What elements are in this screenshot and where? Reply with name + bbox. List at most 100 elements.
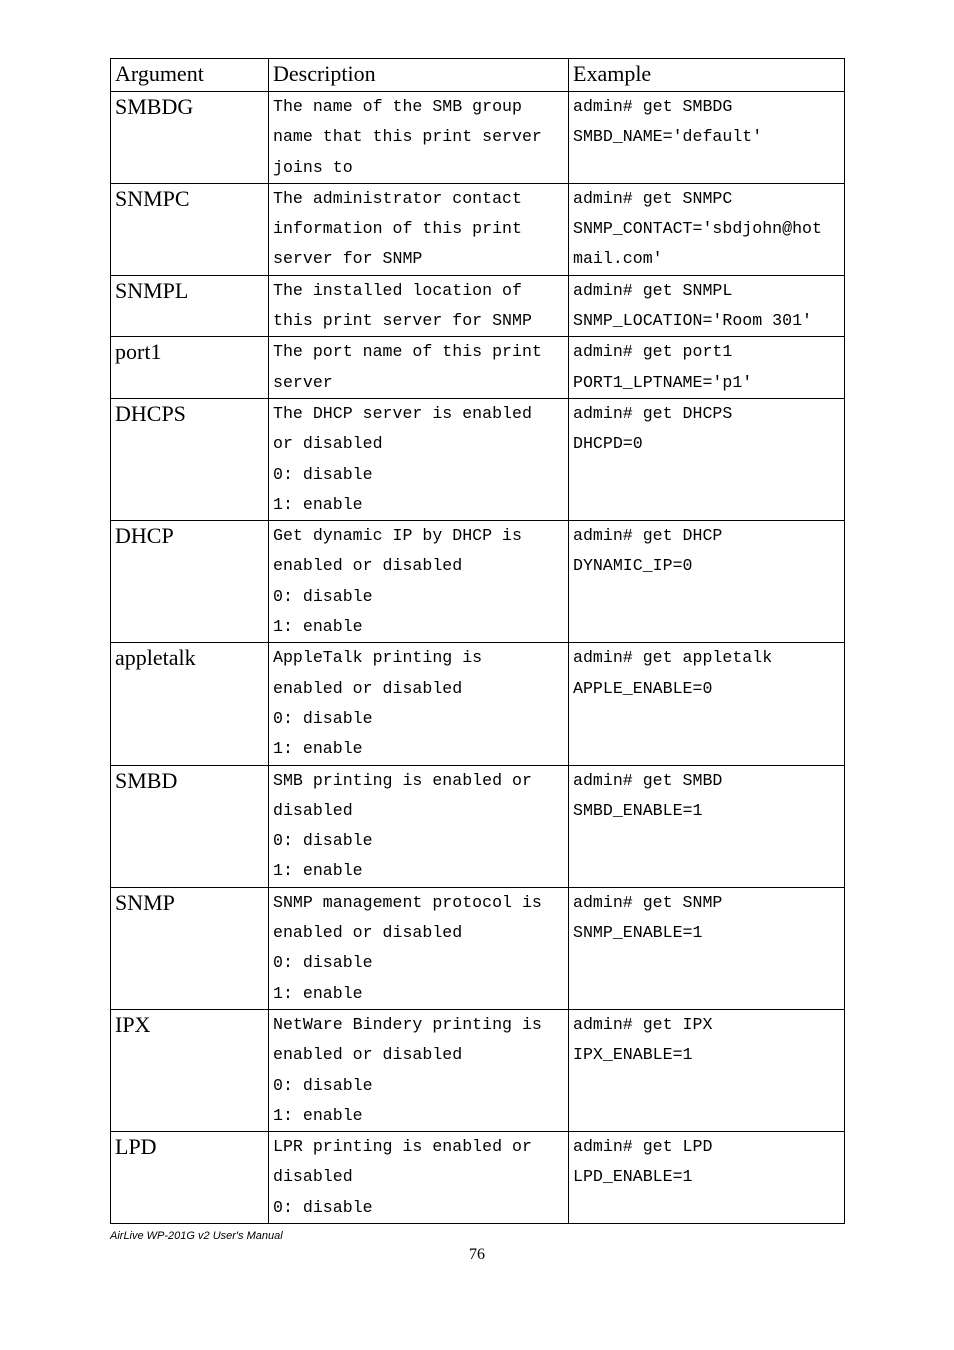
- example-line: admin# get SMBDG: [573, 92, 840, 122]
- example-line: [573, 460, 840, 490]
- header-argument: Argument: [111, 59, 269, 92]
- footer-text: AirLive WP-201G v2 User's Manual: [110, 1230, 844, 1242]
- description-line: 1: enable: [273, 1101, 564, 1131]
- example-line: IPX_ENABLE=1: [573, 1040, 840, 1070]
- example-cell: admin# get LPDLPD_ENABLE=1: [569, 1132, 845, 1224]
- example-line: [573, 153, 840, 183]
- description-line: this print server for SNMP: [273, 306, 564, 336]
- description-cell: NetWare Bindery printing isenabled or di…: [269, 1009, 569, 1131]
- table-row: appletalkAppleTalk printing isenabled or…: [111, 643, 845, 765]
- example-line: [573, 856, 840, 886]
- description-line: enabled or disabled: [273, 674, 564, 704]
- description-line: joins to: [273, 153, 564, 183]
- description-cell: Get dynamic IP by DHCP isenabled or disa…: [269, 521, 569, 643]
- example-line: [573, 979, 840, 1009]
- example-line: admin# get SNMPL: [573, 276, 840, 306]
- example-line: admin# get DHCP: [573, 521, 840, 551]
- example-cell: admin# get SNMPCSNMP_CONTACT='sbdjohn@ho…: [569, 183, 845, 275]
- example-line: admin# get SMBD: [573, 766, 840, 796]
- header-description: Description: [269, 59, 569, 92]
- example-cell: admin# get SNMPSNMP_ENABLE=1: [569, 887, 845, 1009]
- description-line: name that this print server: [273, 122, 564, 152]
- arguments-table: Argument Description Example SMBDGThe na…: [110, 58, 845, 1224]
- example-line: [573, 734, 840, 764]
- example-cell: admin# get SNMPLSNMP_LOCATION='Room 301': [569, 275, 845, 337]
- description-line: 1: enable: [273, 734, 564, 764]
- description-line: 0: disable: [273, 582, 564, 612]
- description-line: Get dynamic IP by DHCP is: [273, 521, 564, 551]
- example-line: admin# get SNMPC: [573, 184, 840, 214]
- example-line: SNMP_ENABLE=1: [573, 918, 840, 948]
- table-row: SMBDGThe name of the SMB groupname that …: [111, 92, 845, 184]
- argument-cell: DHCP: [111, 521, 269, 643]
- description-line: The name of the SMB group: [273, 92, 564, 122]
- example-line: mail.com': [573, 244, 840, 274]
- argument-cell: appletalk: [111, 643, 269, 765]
- example-line: admin# get LPD: [573, 1132, 840, 1162]
- description-line: 0: disable: [273, 1071, 564, 1101]
- description-line: disabled: [273, 796, 564, 826]
- example-cell: admin# get SMBDGSMBD_NAME='default': [569, 92, 845, 184]
- description-line: LPR printing is enabled or: [273, 1132, 564, 1162]
- example-line: SNMP_CONTACT='sbdjohn@hot: [573, 214, 840, 244]
- table-row: SNMPCThe administrator contactinformatio…: [111, 183, 845, 275]
- description-line: enabled or disabled: [273, 551, 564, 581]
- example-line: [573, 1071, 840, 1101]
- table-row: LPDLPR printing is enabled ordisabled0: …: [111, 1132, 845, 1224]
- description-line: information of this print: [273, 214, 564, 244]
- description-line: SNMP management protocol is: [273, 888, 564, 918]
- description-line: or disabled: [273, 429, 564, 459]
- description-line: server for SNMP: [273, 244, 564, 274]
- table-row: SNMPSNMP management protocol isenabled o…: [111, 887, 845, 1009]
- description-cell: The DHCP server is enabledor disabled0: …: [269, 398, 569, 520]
- description-cell: The installed location ofthis print serv…: [269, 275, 569, 337]
- argument-cell: SNMPC: [111, 183, 269, 275]
- description-line: The administrator contact: [273, 184, 564, 214]
- description-line: The DHCP server is enabled: [273, 399, 564, 429]
- example-cell: admin# get SMBDSMBD_ENABLE=1: [569, 765, 845, 887]
- description-line: The port name of this print: [273, 337, 564, 367]
- description-cell: SMB printing is enabled ordisabled0: dis…: [269, 765, 569, 887]
- table-row: port1The port name of this printserverad…: [111, 337, 845, 399]
- table-row: DHCPSThe DHCP server is enabledor disabl…: [111, 398, 845, 520]
- example-line: [573, 826, 840, 856]
- table-row: DHCPGet dynamic IP by DHCP isenabled or …: [111, 521, 845, 643]
- description-cell: The name of the SMB groupname that this …: [269, 92, 569, 184]
- example-line: [573, 582, 840, 612]
- example-line: admin# get IPX: [573, 1010, 840, 1040]
- argument-cell: SNMP: [111, 887, 269, 1009]
- description-cell: LPR printing is enabled ordisabled0: dis…: [269, 1132, 569, 1224]
- argument-cell: SNMPL: [111, 275, 269, 337]
- argument-cell: LPD: [111, 1132, 269, 1224]
- description-line: NetWare Bindery printing is: [273, 1010, 564, 1040]
- argument-cell: IPX: [111, 1009, 269, 1131]
- example-line: admin# get appletalk: [573, 643, 840, 673]
- description-line: enabled or disabled: [273, 918, 564, 948]
- example-line: PORT1_LPTNAME='p1': [573, 368, 840, 398]
- argument-cell: port1: [111, 337, 269, 399]
- description-line: enabled or disabled: [273, 1040, 564, 1070]
- example-line: SMBD_ENABLE=1: [573, 796, 840, 826]
- example-line: [573, 612, 840, 642]
- example-line: DYNAMIC_IP=0: [573, 551, 840, 581]
- example-line: LPD_ENABLE=1: [573, 1162, 840, 1192]
- argument-cell: DHCPS: [111, 398, 269, 520]
- description-line: 1: enable: [273, 612, 564, 642]
- description-cell: AppleTalk printing isenabled or disabled…: [269, 643, 569, 765]
- example-line: admin# get SNMP: [573, 888, 840, 918]
- example-cell: admin# get appletalkAPPLE_ENABLE=0: [569, 643, 845, 765]
- description-line: The installed location of: [273, 276, 564, 306]
- page-number: 76: [110, 1246, 844, 1264]
- description-cell: SNMP management protocol isenabled or di…: [269, 887, 569, 1009]
- table-header-row: Argument Description Example: [111, 59, 845, 92]
- header-example: Example: [569, 59, 845, 92]
- example-line: admin# get DHCPS: [573, 399, 840, 429]
- argument-cell: SMBDG: [111, 92, 269, 184]
- example-line: [573, 1193, 840, 1223]
- example-cell: admin# get DHCPSDHCPD=0: [569, 398, 845, 520]
- argument-cell: SMBD: [111, 765, 269, 887]
- description-cell: The port name of this printserver: [269, 337, 569, 399]
- description-line: 0: disable: [273, 460, 564, 490]
- description-cell: The administrator contactinformation of …: [269, 183, 569, 275]
- table-row: IPXNetWare Bindery printing isenabled or…: [111, 1009, 845, 1131]
